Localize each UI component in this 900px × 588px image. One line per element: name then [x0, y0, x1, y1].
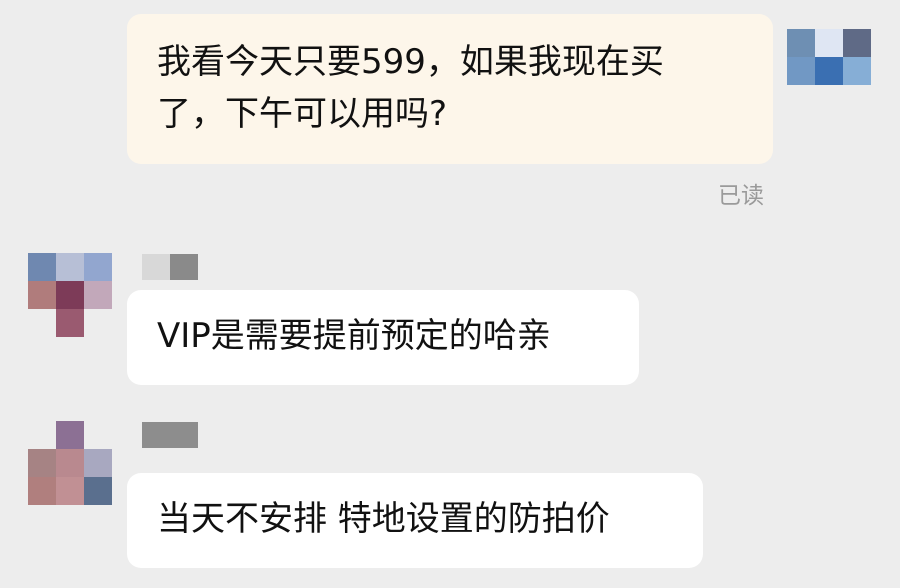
- contact-avatar[interactable]: [28, 253, 112, 337]
- self-avatar[interactable]: [787, 29, 871, 85]
- incoming-message-bubble[interactable]: VIP是需要提前预定的哈亲: [127, 290, 639, 385]
- outgoing-message-bubble[interactable]: 我看今天只要599，如果我现在买 了，下午可以用吗?: [127, 14, 773, 164]
- message-text-line: 了，下午可以用吗?: [157, 94, 448, 134]
- message-text-line: 我看今天只要599，如果我现在买: [157, 42, 664, 82]
- read-status: 已读: [718, 183, 764, 209]
- contact-avatar[interactable]: [28, 421, 112, 505]
- chat-screen: { "messages": [ {"sender": "self", "text…: [0, 0, 900, 588]
- message-text: 当天不安排 特地设置的防拍价: [157, 499, 610, 539]
- message-text: VIP是需要提前预定的哈亲: [157, 316, 551, 356]
- incoming-message-bubble[interactable]: 当天不安排 特地设置的防拍价: [127, 473, 703, 568]
